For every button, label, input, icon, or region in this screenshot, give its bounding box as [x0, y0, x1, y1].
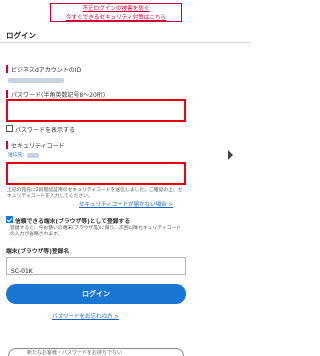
page-header: ログイン	[0, 27, 251, 48]
banner-line-1[interactable]: 不正ログインの被害を防ぐ	[51, 4, 181, 13]
security-code-help-link[interactable]: セキュリティコードが届かない場合 >	[79, 200, 173, 208]
show-password-label: パスワードを表示する	[15, 127, 76, 134]
device-name-field[interactable]	[6, 257, 186, 280]
password-input[interactable]	[6, 99, 186, 122]
login-form-panel: ビジネスdアカウントのID パスワード(半角英数記号8〜20桁) パスワードを表…	[0, 43, 187, 356]
business-id-label: ビジネスdアカウントのID	[11, 67, 82, 74]
next-arrow-icon	[228, 150, 233, 160]
login-button[interactable]: ログイン	[6, 284, 186, 304]
bottom-signup-text[interactable]: 新たなお客様・パスワードをお持ちでない	[27, 349, 122, 356]
password-label-accent	[6, 90, 8, 98]
security-code-label: セキュリティコード	[11, 143, 65, 150]
security-code-label-accent	[6, 141, 8, 149]
trusted-device-label: 信頼できる端末(ブラウザ等)として登録する	[15, 219, 131, 225]
business-d-logo	[214, 34, 238, 48]
page-title: ログイン	[6, 31, 36, 40]
security-banner-box[interactable]: 不正ログインの被害を防ぐ 今すぐできるセキュリティ対策はこちら	[50, 3, 182, 22]
device-name-input[interactable]	[7, 263, 185, 280]
business-id-label-accent	[6, 65, 8, 73]
show-password-checkbox[interactable]	[6, 125, 13, 132]
banner-line-2[interactable]: 今すぐできるセキュリティ対策はこちら	[51, 13, 181, 22]
device-name-label: 端末(ブラウザ等)登録名	[6, 249, 70, 255]
masked-destination	[27, 153, 39, 158]
bottom-signup-tab[interactable]: 新たなお客様・パスワードをお持ちでない	[8, 348, 184, 356]
forgot-password-link[interactable]: パスワードをお忘れの方 >	[52, 312, 119, 320]
masked-business-id	[8, 78, 64, 83]
security-banner: 不正ログインの被害を防ぐ 今すぐできるセキュリティ対策はこちら	[0, 0, 251, 26]
right-background	[187, 43, 251, 356]
security-code-input[interactable]	[6, 162, 186, 185]
trusted-device-note: 登録すると、今お使いの端末(ブラウザ等)に限り、次回以降セキュリティコードの入力…	[10, 226, 181, 237]
sent-to-label: 送信先：	[8, 153, 28, 158]
trusted-device-checkbox[interactable]	[6, 216, 13, 223]
security-code-note: 上記の宛先に2段階認証用のセキュリティコードを送信しました。ご確認の上、セキュリ…	[7, 188, 183, 199]
password-label: パスワード(半角英数記号8〜20桁)	[11, 92, 106, 99]
